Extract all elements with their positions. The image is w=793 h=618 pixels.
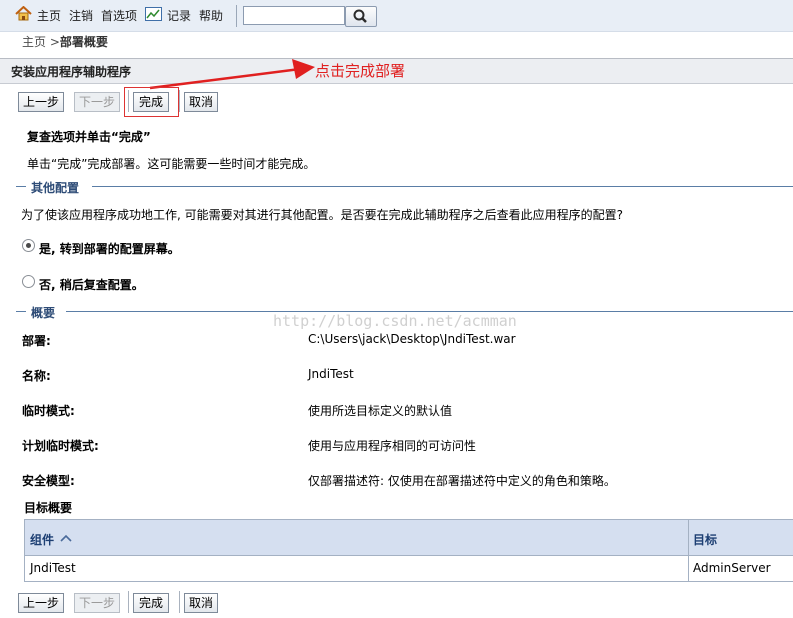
table-header: 组件 目标 (25, 520, 793, 556)
annotation-text: 点击完成部署 (315, 62, 406, 80)
target-summary-title: 目标概要 (24, 501, 73, 515)
button-divider (179, 90, 180, 112)
other-config-legend: 其他配置 (31, 181, 80, 195)
section-rule (16, 186, 26, 187)
column-header-component[interactable]: 组件 (30, 531, 54, 548)
summary-value: 仅部署描述符: 仅使用在部署描述符中定义的角色和策略。 (308, 474, 616, 488)
summary-legend: 概要 (31, 306, 56, 320)
cancel-button[interactable]: 取消 (184, 92, 218, 112)
finish-highlight-box (124, 87, 179, 117)
summary-value: 使用与应用程序相同的可访问性 (308, 439, 477, 453)
next-button[interactable]: 下一步 (74, 92, 120, 112)
column-header-target[interactable]: 目标 (693, 531, 717, 548)
finish-button-bottom[interactable]: 完成 (133, 593, 169, 613)
summary-label: 安全模型: (22, 474, 75, 488)
summary-value: JndiTest (308, 367, 354, 381)
radio-yes[interactable] (22, 239, 35, 252)
section-rule (66, 311, 793, 312)
radio-no[interactable] (22, 275, 35, 288)
cell-target: AdminServer (693, 561, 771, 575)
section-rule (16, 311, 26, 312)
review-heading: 复查选项并单击“完成” (27, 130, 151, 144)
section-rule (92, 186, 793, 187)
summary-value: 使用所选目标定义的默认值 (308, 404, 453, 418)
summary-label: 临时模式: (22, 404, 75, 418)
summary-label: 名称: (22, 369, 51, 383)
summary-label: 部署: (22, 334, 51, 348)
cancel-button-bottom[interactable]: 取消 (184, 593, 218, 613)
back-button[interactable]: 上一步 (18, 92, 64, 112)
button-divider (128, 591, 129, 613)
sort-ascending-icon[interactable] (60, 534, 72, 542)
summary-label: 计划临时模式: (22, 439, 99, 453)
review-text: 单击“完成”完成部署。这可能需要一些时间才能完成。 (27, 157, 316, 171)
other-config-section-header: 其他配置 (16, 179, 793, 195)
target-summary-table: 组件 目标 JndiTest AdminServer (24, 519, 793, 582)
back-button-bottom[interactable]: 上一步 (18, 593, 64, 613)
button-divider (179, 591, 180, 613)
radio-no-label[interactable]: 否, 稍后复查配置。 (39, 276, 144, 293)
cell-component: JndiTest (30, 561, 76, 575)
other-config-question: 为了使该应用程序成功地工作, 可能需要对其进行其他配置。是否要在完成此辅助程序之… (21, 208, 624, 222)
summary-value: C:\Users\jack\Desktop\JndiTest.war (308, 332, 516, 346)
next-button-bottom[interactable]: 下一步 (74, 593, 120, 613)
column-divider (688, 520, 689, 581)
summary-section-header: 概要 (16, 304, 793, 320)
radio-yes-label[interactable]: 是, 转到部署的配置屏幕。 (39, 240, 180, 257)
